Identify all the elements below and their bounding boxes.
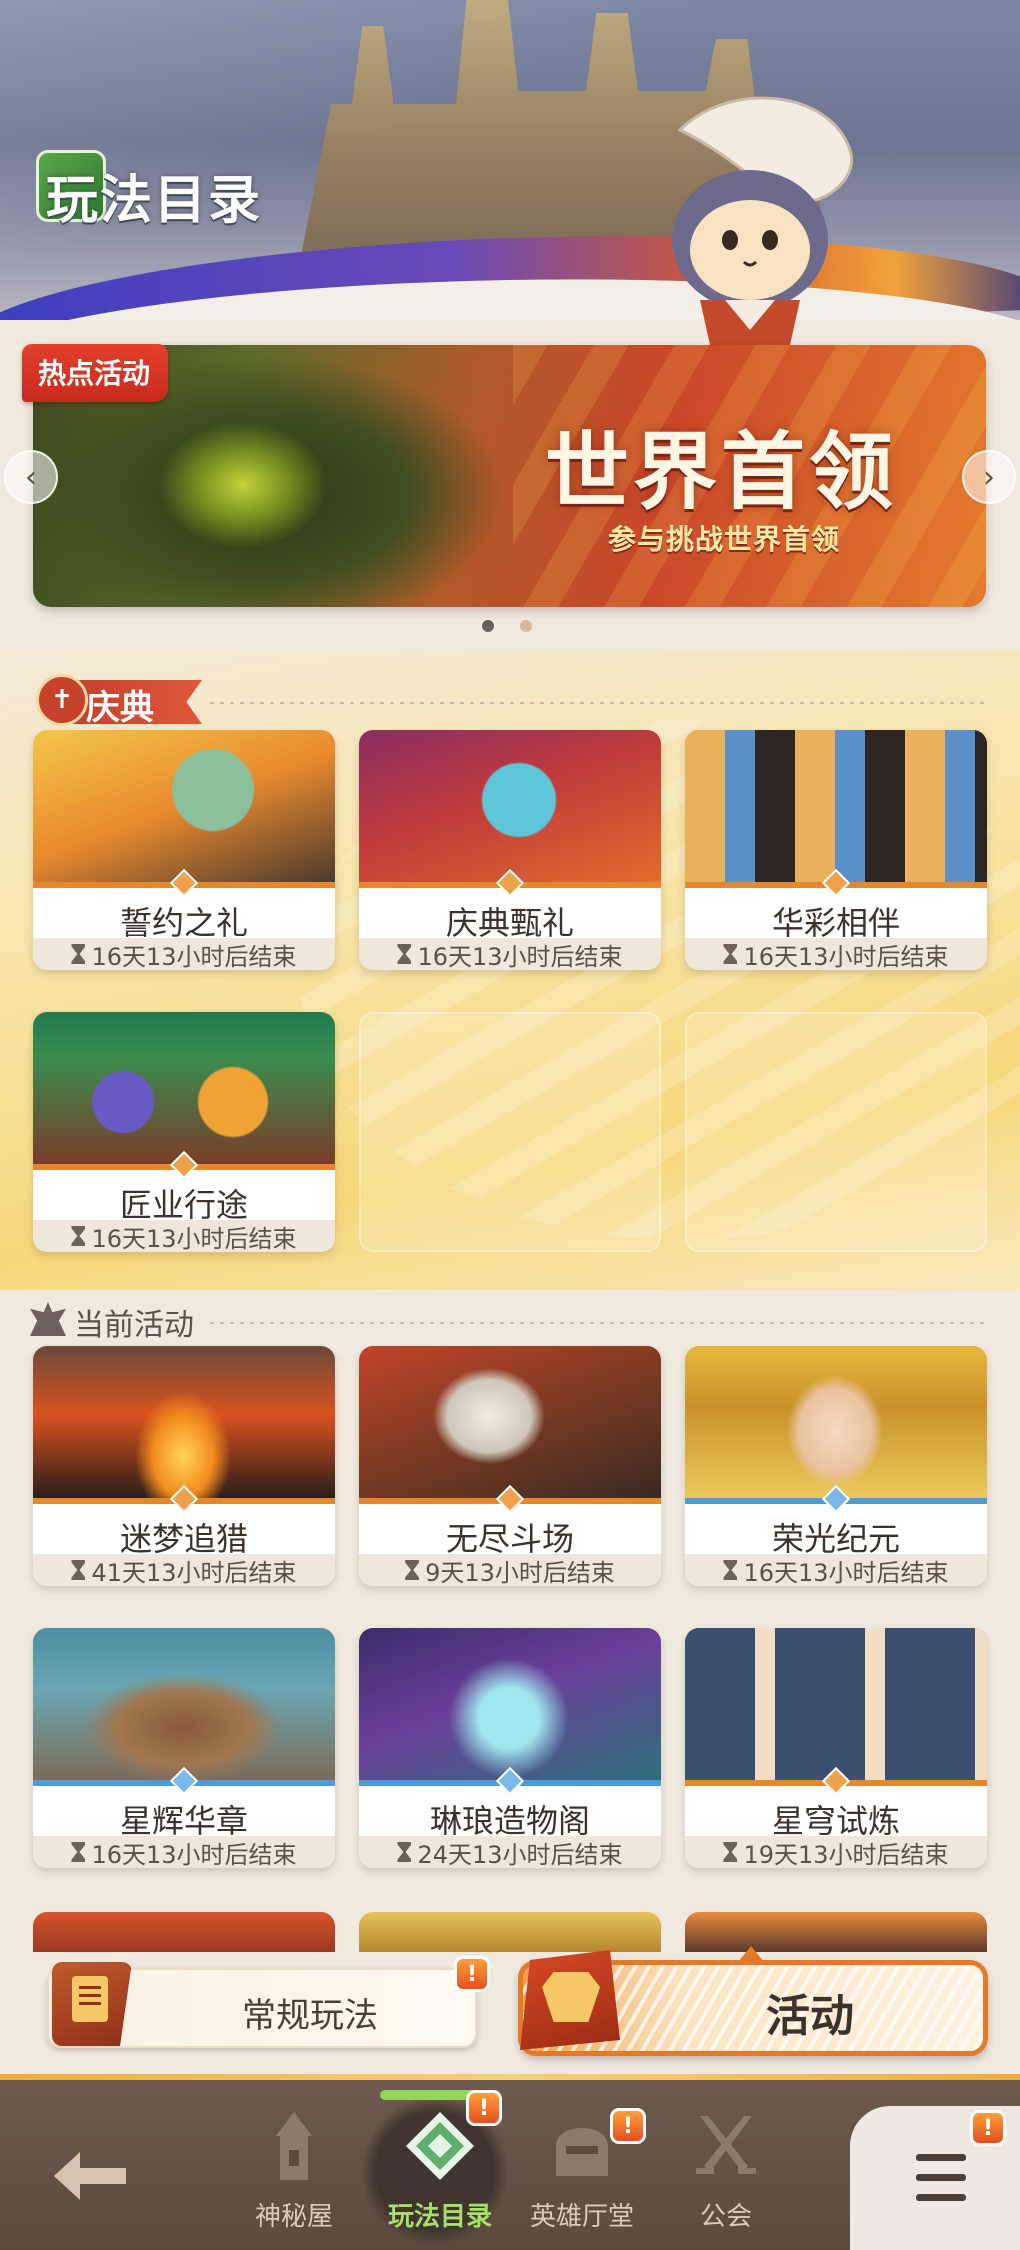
card-time-text: 16天13小时后结束: [417, 942, 623, 971]
card-illustration: [685, 1628, 987, 1780]
carousel-prev-button[interactable]: ‹: [4, 450, 58, 504]
hourglass-icon: [71, 944, 86, 964]
current-section-title: 当前活动: [74, 1308, 194, 1343]
card-timer: 16天13小时后结束: [33, 938, 335, 970]
carousel-dots: [482, 620, 532, 632]
hourglass-icon: [397, 944, 412, 964]
celebration-icon: ✝: [36, 674, 88, 726]
card-timer: 24天13小时后结束: [359, 1836, 661, 1868]
nav-label: 英雄厅堂: [529, 2202, 634, 2232]
empty-card-slot: [685, 1012, 987, 1252]
activity-card[interactable]: 琳琅造物阁 24天13小时后结束: [359, 1628, 661, 1868]
card-time-text: 41天13小时后结束: [91, 1558, 297, 1587]
chevron-right-icon: ›: [983, 459, 995, 495]
card-timer: 16天13小时后结束: [359, 938, 661, 970]
activity-card-partial[interactable]: [359, 1912, 661, 1952]
hourglass-icon: [71, 1842, 86, 1862]
card-timer: 16天13小时后结束: [33, 1836, 335, 1868]
menu-icon: [900, 2150, 970, 2206]
card-illustration: [359, 1628, 661, 1780]
celebration-section-title: 庆典: [86, 688, 154, 728]
nav-item-guild[interactable]: 公会: [656, 2106, 796, 2233]
card-timer: 41天13小时后结束: [33, 1554, 335, 1586]
hourglass-icon: [723, 1842, 738, 1862]
card-time-text: 16天13小时后结束: [743, 1558, 949, 1587]
activity-card-partial[interactable]: [33, 1912, 335, 1952]
card-illustration: [33, 1012, 335, 1164]
card-timer: 16天13小时后结束: [33, 1220, 335, 1252]
hourglass-icon: [397, 1842, 412, 1862]
crown-icon: [30, 1302, 66, 1336]
alert-badge: !: [454, 1956, 490, 1992]
carousel-dot[interactable]: [520, 620, 532, 632]
card-illustration: [359, 1346, 661, 1498]
carousel-dot-active[interactable]: [482, 620, 494, 632]
page-title: 玩法目录: [46, 170, 263, 231]
activity-card[interactable]: 匠业行途 16天13小时后结束: [33, 1012, 335, 1252]
mascot-illustration: [672, 96, 854, 345]
card-time-text: 9天13小时后结束: [425, 1558, 615, 1587]
nav-label: 神秘屋: [254, 2202, 333, 2232]
hourglass-icon: [723, 1560, 738, 1580]
hot-activity-badge: 热点活动: [22, 344, 169, 402]
card-timer: 19天13小时后结束: [685, 1836, 987, 1868]
card-time-text: 16天13小时后结束: [91, 942, 297, 971]
hourglass-icon: [723, 944, 738, 964]
alert-badge: !: [466, 2090, 502, 2126]
back-arrow-icon[interactable]: [50, 2148, 130, 2204]
hourglass-icon: [71, 1226, 86, 1246]
activity-card[interactable]: 星辉华章 16天13小时后结束: [33, 1628, 335, 1868]
featured-subtitle: 参与挑战世界首领: [608, 523, 841, 556]
card-illustration: [685, 730, 987, 882]
activity-mode-label: 活动: [766, 1991, 854, 2042]
activity-card[interactable]: 星穹试炼 19天13小时后结束: [685, 1628, 987, 1868]
hourglass-icon: [71, 1560, 86, 1580]
featured-title: 世界首领: [545, 422, 898, 521]
normal-mode-label: 常规玩法: [242, 1996, 378, 2036]
card-illustration: [33, 1346, 335, 1498]
card-illustration: [359, 730, 661, 882]
nav-item-mystery-house[interactable]: 神秘屋: [224, 2106, 364, 2233]
card-illustration: [33, 730, 335, 882]
card-time-text: 16天13小时后结束: [743, 942, 949, 971]
document-icon: [72, 1976, 108, 2022]
empty-card-slot: [359, 1012, 661, 1252]
card-timer: 16天13小时后结束: [685, 1554, 987, 1586]
section-divider: [210, 702, 990, 704]
card-illustration: [33, 1628, 335, 1780]
hourglass-icon: [405, 1560, 420, 1580]
activity-card[interactable]: 庆典甄礼 16天13小时后结束: [359, 730, 661, 970]
nav-label: 公会: [699, 2202, 752, 2232]
activity-card[interactable]: 无尽斗场 9天13小时后结束: [359, 1346, 661, 1586]
activity-card-partial[interactable]: [685, 1912, 987, 1952]
carousel-next-button[interactable]: ›: [962, 450, 1016, 504]
card-timer: 9天13小时后结束: [359, 1554, 661, 1586]
card-timer: 16天13小时后结束: [685, 938, 987, 970]
alert-badge: !: [610, 2108, 646, 2144]
card-time-text: 24天13小时后结束: [417, 1840, 623, 1869]
section-divider: [210, 1322, 990, 1324]
chevron-left-icon: ‹: [25, 459, 37, 495]
card-time-text: 16天13小时后结束: [91, 1224, 297, 1253]
activity-card[interactable]: 迷梦追猎 41天13小时后结束: [33, 1346, 335, 1586]
card-illustration: [685, 1346, 987, 1498]
nav-label: 玩法目录: [387, 2202, 492, 2232]
tower-icon: [276, 2112, 312, 2180]
card-time-text: 19天13小时后结束: [743, 1840, 949, 1869]
crossed-swords-icon: [696, 2116, 756, 2174]
alert-badge: !: [970, 2110, 1006, 2146]
card-time-text: 16天13小时后结束: [91, 1840, 297, 1869]
activity-card[interactable]: 华彩相伴 16天13小时后结束: [685, 730, 987, 970]
activity-card[interactable]: 荣光纪元 16天13小时后结束: [685, 1346, 987, 1586]
activity-card[interactable]: 誓约之礼 16天13小时后结束: [33, 730, 335, 970]
